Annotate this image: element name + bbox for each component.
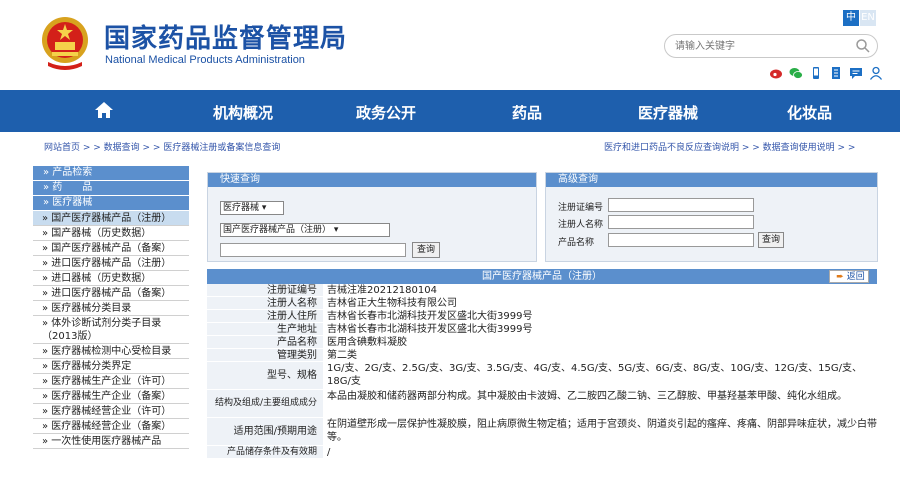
field-value: /: [323, 446, 877, 458]
breadcrumb-path[interactable]: 网站首页 > > 数据查询 > > 医疗器械注册或备案信息查询: [44, 140, 280, 153]
site-title-en: National Medical Products Administration: [105, 54, 305, 66]
sidebar-item-distributor-filed[interactable]: » 医疗器械经营企业（备案）: [33, 419, 189, 434]
sidebar-item-manufacturer-filed[interactable]: » 医疗器械生产企业（备案）: [33, 389, 189, 404]
table-row: 注册人名称 吉林省正大生物科技有限公司: [207, 297, 877, 310]
table-row: 产品储存条件及有效期 /: [207, 446, 877, 459]
field-value: 吉械注准20212180104: [323, 284, 877, 296]
sidebar-item-distributor-license[interactable]: » 医疗器械经营企业（许可）: [33, 404, 189, 419]
field-label: 注册证编号: [207, 284, 323, 296]
sidebar-item-domestic-history[interactable]: » 国产器械（历史数据）: [33, 226, 189, 241]
sidebar: » 产品检索 » 药 品 » 医疗器械 » 国产医疗器械产品（注册） » 国产器…: [33, 166, 189, 478]
quick-search-button[interactable]: 查询: [412, 242, 440, 258]
main-nav: 机构概况 政务公开 药品 医疗器械 化妆品: [0, 90, 900, 132]
sidebar-item-import-filed[interactable]: » 进口医疗器械产品（备案）: [33, 286, 189, 301]
field-label: 产品储存条件及有效期: [207, 446, 323, 458]
sidebar-item-import-registered[interactable]: » 进口医疗器械产品（注册）: [33, 256, 189, 271]
table-row: 管理类别 第二类: [207, 349, 877, 362]
detail-title: 国产医疗器械产品（注册） ➨ 返回: [207, 269, 877, 284]
nav-item-drugs[interactable]: 药品: [512, 102, 542, 123]
sidebar-item-disposable-products[interactable]: » 一次性使用医疗器械产品: [33, 434, 189, 449]
site-title-cn[interactable]: 国家药品监督管理局: [104, 18, 347, 55]
breadcrumb: 网站首页 > > 数据查询 > > 医疗器械注册或备案信息查询 医疗和进口药品不…: [0, 140, 900, 156]
product-name-input[interactable]: [608, 233, 754, 247]
mobile-icon[interactable]: [809, 65, 823, 79]
table-row: 结构及组成/主要组成成分 本品由凝胶和储药器两部分构成。其中凝胶由卡波姆、乙二胺四…: [207, 390, 877, 418]
field-value: 医用含碘敷料凝胶: [323, 336, 877, 348]
nav-item-government[interactable]: 政务公开: [356, 102, 416, 123]
search-icon[interactable]: [855, 38, 871, 54]
detail-table: 国产医疗器械产品（注册） ➨ 返回 注册证编号 吉械注准20212180104 注…: [207, 269, 877, 479]
search-box: [664, 34, 878, 58]
detail-title-text: 国产医疗器械产品（注册）: [482, 271, 602, 282]
field-label: 生产地址: [207, 323, 323, 335]
sidebar-head-drugs[interactable]: » 药 品: [33, 181, 189, 195]
field-value: 第二类: [323, 349, 877, 361]
advanced-search-panel: 高级查询 注册证编号 注册人名称 产品名称 查询: [545, 172, 878, 262]
nav-item-organization[interactable]: 机构概况: [213, 102, 273, 123]
table-row: 产品名称 医用含碘敷料凝胶: [207, 336, 877, 349]
message-icon[interactable]: [849, 65, 863, 79]
field-label: 适用范围/预期用途: [207, 418, 323, 445]
chevron-down-icon: ▾: [333, 225, 339, 235]
help-links[interactable]: 医疗和进口药品不良反应查询说明 > > 数据查询使用说明 > >: [604, 140, 855, 153]
database-select[interactable]: 国产医疗器械产品（注册） ▾: [220, 223, 390, 237]
sidebar-item-ivd-subcatalog[interactable]: » 体外诊断试剂分类子目录（2013版）: [33, 316, 189, 344]
table-row: 适用范围/预期用途 在阴道壁形成一层保护性凝胶膜，阻止病原微生物定植；适用于宫颈炎…: [207, 418, 877, 446]
table-row: 注册人住所 吉林省长春市北湖科技开发区盛北大街3999号: [207, 310, 877, 323]
quick-search-title: 快速查询: [208, 173, 536, 187]
user-icon[interactable]: [869, 65, 883, 80]
back-label: 返回: [846, 272, 865, 282]
search-input[interactable]: [675, 38, 845, 54]
field-label: 管理类别: [207, 349, 323, 361]
field-value: 1G/支、2G/支、2.5G/支、3G/支、3.5G/支、4G/支、4.5G/支…: [323, 362, 877, 389]
site-header: 国家药品监督管理局 National Medical Products Admi…: [0, 0, 900, 90]
wechat-icon[interactable]: [789, 65, 803, 79]
category-select[interactable]: 医疗器械 ▾: [220, 201, 284, 215]
registrant-name-input[interactable]: [608, 215, 754, 229]
field-value: 在阴道壁形成一层保护性凝胶膜，阻止病原微生物定植；适用于宫颈炎、阴道炎引起的瘙痒…: [323, 418, 877, 445]
document-icon[interactable]: [829, 65, 843, 79]
field-value: 吉林省长春市北湖科技开发区盛北大街3999号: [323, 310, 877, 322]
arrow-right-icon: ➨: [836, 272, 844, 282]
sidebar-head-devices[interactable]: » 医疗器械: [33, 196, 189, 210]
back-button[interactable]: ➨ 返回: [829, 270, 869, 283]
language-en-button[interactable]: EN: [860, 10, 876, 26]
chevron-down-icon: ▾: [261, 203, 267, 213]
sidebar-head-products[interactable]: » 产品检索: [33, 166, 189, 180]
product-name-label: 产品名称: [558, 238, 595, 248]
table-row: 型号、规格 1G/支、2G/支、2.5G/支、3G/支、3.5G/支、4G/支、4…: [207, 362, 877, 390]
weibo-icon[interactable]: [769, 65, 783, 79]
home-icon[interactable]: [94, 100, 114, 120]
sidebar-item-import-history[interactable]: » 进口器械（历史数据）: [33, 271, 189, 286]
field-value: 吉林省长春市北湖科技开发区盛北大街3999号: [323, 323, 877, 335]
field-label: 注册人住所: [207, 310, 323, 322]
sidebar-item-testing-center[interactable]: » 医疗器械检测中心受检目录: [33, 344, 189, 359]
quick-search-input[interactable]: [220, 243, 406, 257]
sidebar-item-classification-catalog[interactable]: » 医疗器械分类目录: [33, 301, 189, 316]
nav-item-medical-devices[interactable]: 医疗器械: [638, 102, 698, 123]
sidebar-item-domestic-registered[interactable]: » 国产医疗器械产品（注册）: [33, 211, 189, 226]
advanced-search-title: 高级查询: [546, 173, 877, 187]
sidebar-item-domestic-filed[interactable]: » 国产医疗器械产品（备案）: [33, 241, 189, 256]
field-value: 吉林省正大生物科技有限公司: [323, 297, 877, 309]
quick-search-panel: 快速查询 医疗器械 ▾ 国产医疗器械产品（注册） ▾ 查询: [207, 172, 537, 262]
field-label: 注册人名称: [207, 297, 323, 309]
registrant-name-label: 注册人名称: [558, 220, 604, 230]
language-cn-button[interactable]: 中: [843, 10, 859, 26]
field-value: 本品由凝胶和储药器两部分构成。其中凝胶由卡波姆、乙二胺四乙酸二钠、三乙醇胺、甲基…: [323, 390, 877, 417]
advanced-search-button[interactable]: 查询: [758, 232, 784, 248]
social-links: [769, 65, 883, 80]
field-label: 结构及组成/主要组成成分: [207, 390, 323, 417]
sidebar-item-classification-definition[interactable]: » 医疗器械分类界定: [33, 359, 189, 374]
field-label: 型号、规格: [207, 362, 323, 389]
sidebar-item-manufacturer-license[interactable]: » 医疗器械生产企业（许可）: [33, 374, 189, 389]
nav-item-cosmetics[interactable]: 化妆品: [787, 102, 832, 123]
field-label: 产品名称: [207, 336, 323, 348]
table-row: 生产地址 吉林省长春市北湖科技开发区盛北大街3999号: [207, 323, 877, 336]
national-emblem-icon: [42, 17, 88, 70]
registration-number-input[interactable]: [608, 198, 754, 212]
table-row: 注册证编号 吉械注准20212180104: [207, 284, 877, 297]
registration-number-label: 注册证编号: [558, 203, 604, 213]
